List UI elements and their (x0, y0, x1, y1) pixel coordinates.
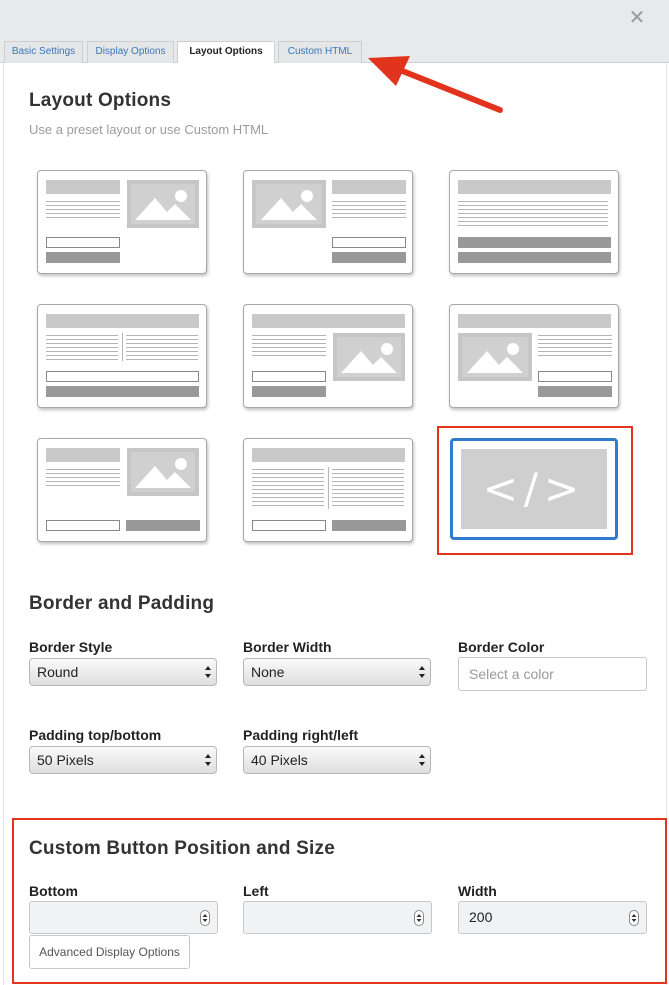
code-placeholder: </> (461, 449, 607, 529)
width-value: 200 (469, 909, 493, 925)
dialog-header: ✕ (0, 0, 669, 39)
layout-preset-6[interactable] (449, 304, 619, 408)
bottom-label: Bottom (29, 883, 78, 899)
image-placeholder-icon (458, 333, 532, 381)
button-position-title: Custom Button Position and Size (29, 838, 335, 859)
border-width-value: None (251, 664, 285, 680)
border-color-input[interactable]: Select a color (458, 657, 647, 691)
select-arrows-icon (419, 754, 425, 766)
border-color-placeholder: Select a color (469, 666, 554, 682)
tab-custom-html[interactable]: Custom HTML (278, 41, 362, 63)
padding-tb-value: 50 Pixels (37, 752, 94, 768)
annotation-arrow (368, 56, 503, 113)
select-arrows-icon (205, 754, 211, 766)
border-style-label: Border Style (29, 639, 113, 655)
border-style-value: Round (37, 664, 79, 680)
padding-tb-label: Padding top/bottom (29, 727, 162, 743)
layout-custom-html[interactable]: </> (450, 438, 618, 540)
padding-rl-label: Padding right/left (243, 727, 359, 743)
border-color-label: Border Color (458, 639, 545, 655)
left-label: Left (243, 883, 269, 899)
border-width-label: Border Width (243, 639, 332, 655)
width-label: Width (458, 883, 497, 899)
image-placeholder-icon (127, 448, 199, 496)
padding-tb-select[interactable]: 50 Pixels (29, 746, 217, 774)
left-input[interactable] (243, 901, 432, 934)
layout-preset-4[interactable] (37, 304, 207, 408)
layout-preset-5[interactable] (243, 304, 413, 408)
layout-preset-7[interactable] (37, 438, 207, 542)
image-placeholder-icon (127, 180, 199, 228)
border-padding-title: Border and Padding (29, 593, 215, 614)
spinner-icon[interactable] (200, 910, 210, 926)
spinner-icon[interactable] (629, 910, 639, 926)
padding-rl-value: 40 Pixels (251, 752, 308, 768)
image-placeholder-icon (333, 333, 405, 381)
select-arrows-icon (205, 666, 211, 678)
border-width-select[interactable]: None (243, 658, 431, 686)
layout-preset-8[interactable] (243, 438, 413, 542)
tab-bar: Basic Settings Display Options Layout Op… (0, 39, 669, 64)
tab-display-options[interactable]: Display Options (87, 41, 174, 63)
width-input[interactable]: 200 (458, 901, 647, 934)
bottom-input[interactable] (29, 901, 218, 934)
layout-options-title: Layout Options (29, 90, 172, 111)
tab-layout-options[interactable]: Layout Options (177, 41, 275, 64)
layout-preset-3[interactable] (449, 170, 619, 274)
select-arrows-icon (419, 666, 425, 678)
spinner-icon[interactable] (414, 910, 424, 926)
layout-preset-1[interactable] (37, 170, 207, 274)
code-icon: </> (482, 464, 586, 513)
border-style-select[interactable]: Round (29, 658, 217, 686)
image-placeholder-icon (252, 180, 326, 228)
advanced-display-options-button[interactable]: Advanced Display Options (29, 935, 190, 969)
layout-preset-2[interactable] (243, 170, 413, 274)
padding-rl-select[interactable]: 40 Pixels (243, 746, 431, 774)
tab-basic-settings[interactable]: Basic Settings (4, 41, 83, 63)
close-icon[interactable]: ✕ (626, 7, 648, 29)
layout-options-subtitle: Use a preset layout or use Custom HTML (29, 122, 269, 137)
